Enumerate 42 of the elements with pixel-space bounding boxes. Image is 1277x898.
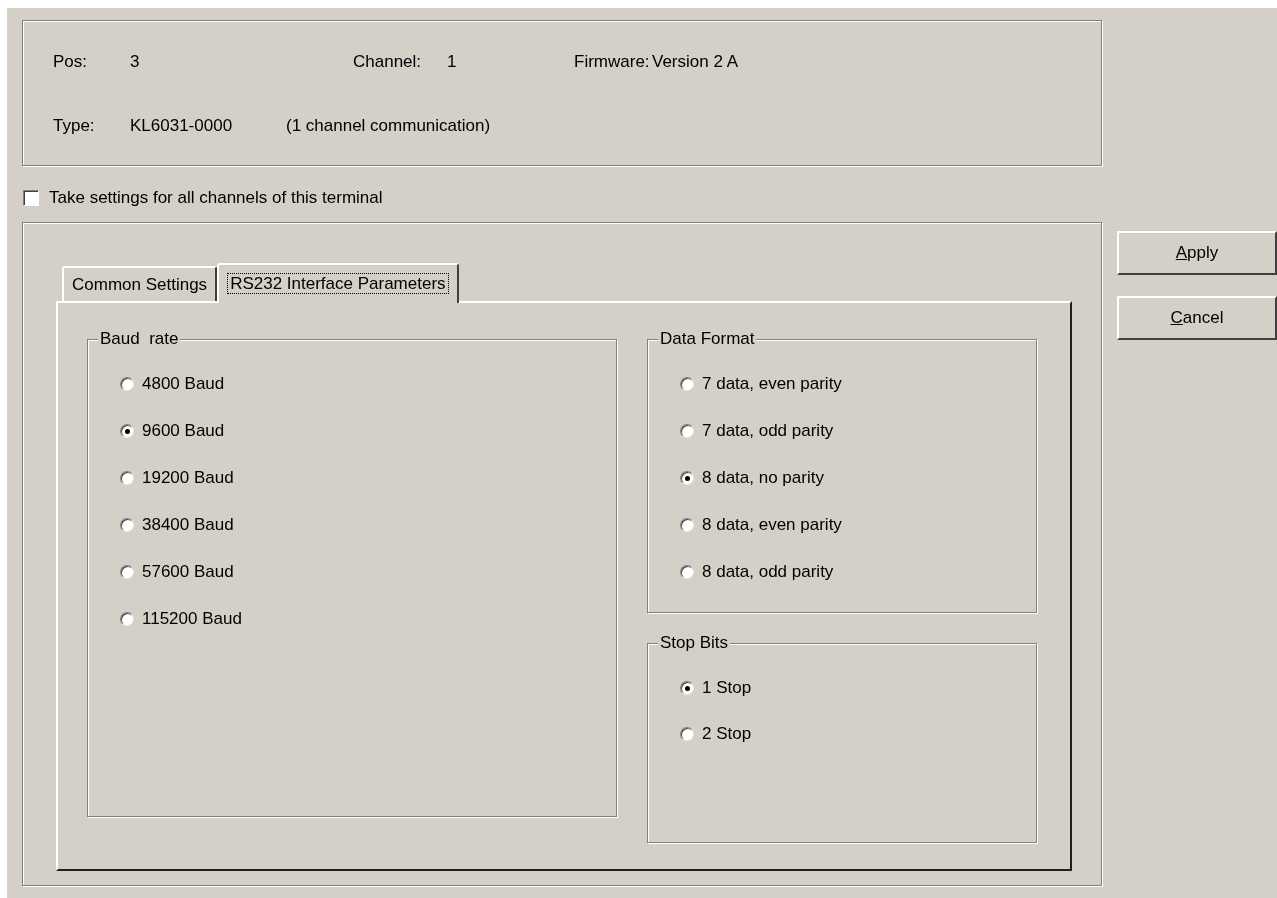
radio-button[interactable] [680, 727, 694, 741]
dialog-button[interactable]: Apply [1117, 231, 1277, 275]
radio-button[interactable] [680, 565, 694, 579]
radio-button[interactable] [120, 518, 134, 532]
radio-label: 2 Stop [702, 723, 752, 746]
checkbox-label: Take settings for all channels of this terminal [49, 187, 383, 210]
radio-button[interactable] [120, 471, 134, 485]
field-value: KL6031-0000 [130, 114, 234, 137]
radio-label: 9600 Baud [142, 420, 225, 443]
radio-label: 19200 Baud [142, 467, 234, 490]
radio-label: 1 Stop [702, 677, 752, 700]
field-label: Firmware: [574, 51, 651, 73]
field-value: 3 [130, 51, 141, 73]
radio-label: 57600 Baud [142, 561, 234, 584]
group-title: Stop Bits [658, 633, 731, 653]
radio-button[interactable] [120, 612, 134, 626]
radio-button[interactable] [680, 518, 694, 532]
field-label: Type: [53, 114, 96, 137]
radio-label: 8 data, even parity [702, 514, 842, 537]
tab[interactable]: RS232 Interface Parameters [217, 263, 459, 303]
radio-label: 8 data, odd parity [702, 561, 834, 584]
radio-label: 4800 Baud [142, 373, 225, 396]
radio-button[interactable] [680, 424, 694, 438]
field-value: 1 [447, 51, 458, 73]
radio-label: 7 data, even parity [702, 373, 842, 396]
radio-button[interactable] [680, 471, 694, 485]
dialog-button[interactable]: Cancel [1117, 296, 1277, 340]
radio-label: 38400 Baud [142, 514, 234, 537]
radio-label: 7 data, odd parity [702, 420, 834, 443]
radio-button[interactable] [120, 377, 134, 391]
radio-label: 8 data, no parity [702, 467, 824, 490]
type-description: (1 channel communication) [286, 114, 491, 137]
field-label: Pos: [53, 51, 89, 73]
radio-button[interactable] [680, 681, 694, 695]
radio-button[interactable] [120, 424, 134, 438]
radio-label: 115200 Baud [142, 608, 242, 631]
radio-button[interactable] [120, 565, 134, 579]
checkbox[interactable] [23, 190, 39, 206]
tab[interactable]: Common Settings [62, 266, 218, 301]
radio-button[interactable] [680, 377, 694, 391]
field-label: Channel: [353, 51, 423, 73]
field-value: Version 2 A [652, 51, 738, 73]
